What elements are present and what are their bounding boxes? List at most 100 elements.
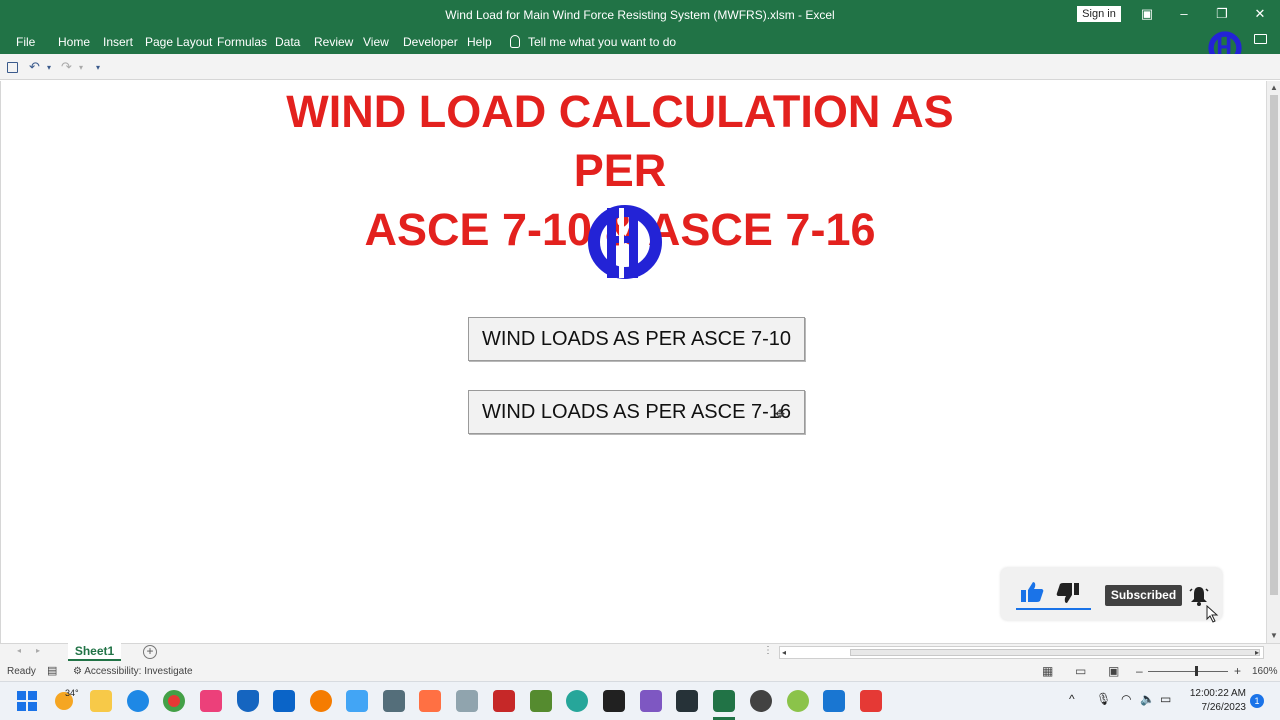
- asce-7-16-button[interactable]: WIND LOADS AS PER ASCE 7-16: [468, 390, 805, 434]
- zoom-out-icon[interactable]: –: [1136, 664, 1143, 678]
- tab-data[interactable]: Data: [275, 35, 300, 49]
- battery-icon[interactable]: ▭: [1160, 692, 1171, 706]
- tab-formulas[interactable]: Formulas: [217, 35, 267, 49]
- macro-record-icon[interactable]: ▤: [47, 664, 57, 677]
- snipping-tool-icon[interactable]: [200, 690, 222, 712]
- title-bar: Wind Load for Main Wind Force Resisting …: [0, 0, 1280, 30]
- tab-split-handle-icon[interactable]: ⋮: [763, 645, 773, 656]
- minimize-icon[interactable]: –: [1173, 4, 1195, 24]
- word-app-icon[interactable]: [823, 690, 845, 712]
- recorder-icon[interactable]: [860, 690, 882, 712]
- lightbulb-icon: [510, 35, 520, 48]
- quick-access-toolbar: ↶ ▾ ↷ ▾ ▾: [0, 54, 1280, 80]
- visual-studio-icon[interactable]: [640, 690, 662, 712]
- normal-view-icon[interactable]: ▦: [1042, 664, 1053, 678]
- security-app-icon[interactable]: [419, 690, 441, 712]
- subscribed-button[interactable]: Subscribed: [1105, 585, 1182, 606]
- vertical-scrollbar[interactable]: ▲ ▼: [1266, 81, 1280, 643]
- tab-developer[interactable]: Developer: [403, 35, 458, 49]
- undo-dropdown-icon[interactable]: ▾: [47, 63, 51, 72]
- windows-taskbar: 34° ^ 🎙 ◠ 🔈 ▭ 12:00:22 AM 7/26/2023 1: [0, 681, 1280, 720]
- restore-icon[interactable]: ❐: [1211, 4, 1233, 24]
- zoom-in-icon[interactable]: +: [1234, 664, 1241, 678]
- tab-home[interactable]: Home: [58, 35, 90, 49]
- save-icon[interactable]: [7, 62, 18, 73]
- excel-icon[interactable]: [713, 690, 735, 712]
- redo-dropdown-icon[interactable]: ▾: [79, 63, 83, 72]
- rhc-logo: [588, 205, 662, 279]
- security-shield-icon[interactable]: [237, 690, 259, 712]
- pdf-reader-icon[interactable]: [493, 690, 515, 712]
- page-break-view-icon[interactable]: ▣: [1108, 664, 1119, 678]
- accessibility-label: Accessibility: Investigate: [84, 666, 193, 677]
- edge-icon[interactable]: [127, 690, 149, 712]
- tab-insert[interactable]: Insert: [103, 35, 133, 49]
- redo-icon[interactable]: ↷: [61, 59, 72, 75]
- tab-help[interactable]: Help: [467, 35, 492, 49]
- calculator-icon[interactable]: [383, 690, 405, 712]
- comments-icon[interactable]: [1254, 34, 1267, 44]
- tab-view[interactable]: View: [363, 35, 389, 49]
- subscribe-overlay: Subscribed: [1001, 568, 1222, 623]
- wifi-icon[interactable]: ◠: [1121, 692, 1131, 706]
- vertical-scroll-thumb[interactable]: [1270, 95, 1278, 595]
- terminal-app-icon[interactable]: [676, 690, 698, 712]
- next-sheet-icon[interactable]: ▸: [36, 646, 40, 655]
- tab-page-layout[interactable]: Page Layout: [145, 35, 212, 49]
- prev-sheet-icon[interactable]: ◂: [17, 646, 21, 655]
- zoom-slider-track[interactable]: [1148, 671, 1228, 672]
- sheet-tab-sheet1[interactable]: Sheet1: [68, 643, 121, 661]
- clock[interactable]: 12:00:22 AM 7/26/2023: [1184, 687, 1246, 715]
- status-bar: Ready ▤ ⚙ Accessibility: Investigate ▦ ▭…: [0, 661, 1280, 681]
- tell-me-search[interactable]: Tell me what you want to do: [510, 35, 676, 49]
- horizontal-scroll-thumb[interactable]: [850, 649, 1260, 656]
- close-icon[interactable]: ✕: [1249, 4, 1271, 24]
- file-explorer-icon[interactable]: [90, 690, 112, 712]
- show-hidden-icons-icon[interactable]: ^: [1069, 692, 1075, 706]
- status-ready: Ready: [7, 666, 36, 677]
- search-app-icon[interactable]: [310, 690, 332, 712]
- clock-time: 12:00:22 AM: [1189, 688, 1246, 699]
- chrome-icon[interactable]: [163, 690, 185, 712]
- add-sheet-icon[interactable]: +: [143, 645, 157, 659]
- scroll-left-icon[interactable]: ◂: [782, 648, 786, 657]
- outlook-icon[interactable]: [273, 690, 295, 712]
- tab-file[interactable]: File: [16, 35, 35, 49]
- obs-icon[interactable]: [750, 690, 772, 712]
- zoom-slider-thumb[interactable]: [1195, 666, 1198, 676]
- globe-app-icon[interactable]: [566, 690, 588, 712]
- tab-review[interactable]: Review: [314, 35, 353, 49]
- scroll-right-icon[interactable]: ▸: [1255, 648, 1259, 657]
- usb-drive-icon[interactable]: [456, 690, 478, 712]
- move-cursor-icon: ✥: [775, 407, 786, 421]
- thumbs-up-icon[interactable]: [1020, 581, 1044, 603]
- customize-qat-icon[interactable]: ▾: [96, 63, 100, 72]
- ribbon-display-options-icon[interactable]: ▣: [1136, 4, 1158, 24]
- asce-7-10-button[interactable]: WIND LOADS AS PER ASCE 7-10: [468, 317, 805, 361]
- accessibility-icon: ⚙: [73, 666, 85, 677]
- notification-badge[interactable]: 1: [1250, 694, 1264, 708]
- microphone-icon[interactable]: 🎙: [1096, 692, 1111, 706]
- notepad-icon[interactable]: [346, 690, 368, 712]
- ribbon-tabs: File Home Insert Page Layout Formulas Da…: [0, 30, 1280, 54]
- sheet-tabs-bar: ◂ ▸ Sheet1 + ⋮ ◂ ▸: [0, 643, 1280, 661]
- zoom-level[interactable]: 160%: [1252, 666, 1278, 677]
- scroll-up-icon[interactable]: ▲: [1270, 83, 1278, 92]
- windows-start-icon[interactable]: [17, 691, 37, 711]
- accessibility-status[interactable]: ⚙ Accessibility: Investigate: [73, 666, 193, 677]
- horizontal-scrollbar[interactable]: ◂ ▸: [779, 646, 1264, 659]
- volume-icon[interactable]: 🔈: [1140, 692, 1155, 706]
- snail-app-icon[interactable]: [787, 690, 809, 712]
- tell-me-label: Tell me what you want to do: [528, 35, 677, 49]
- capcut-icon[interactable]: [603, 690, 625, 712]
- weather-temp: 34°: [65, 688, 79, 698]
- thumbs-down-icon[interactable]: [1056, 582, 1080, 604]
- book-app-icon[interactable]: [530, 690, 552, 712]
- page-layout-view-icon[interactable]: ▭: [1075, 664, 1086, 678]
- bell-icon[interactable]: [1188, 585, 1210, 607]
- clock-date: 7/26/2023: [1201, 702, 1247, 713]
- mouse-pointer-icon: [1206, 605, 1219, 623]
- undo-icon[interactable]: ↶: [29, 59, 40, 75]
- sign-in-button[interactable]: Sign in: [1077, 6, 1121, 22]
- scroll-down-icon[interactable]: ▼: [1270, 631, 1278, 640]
